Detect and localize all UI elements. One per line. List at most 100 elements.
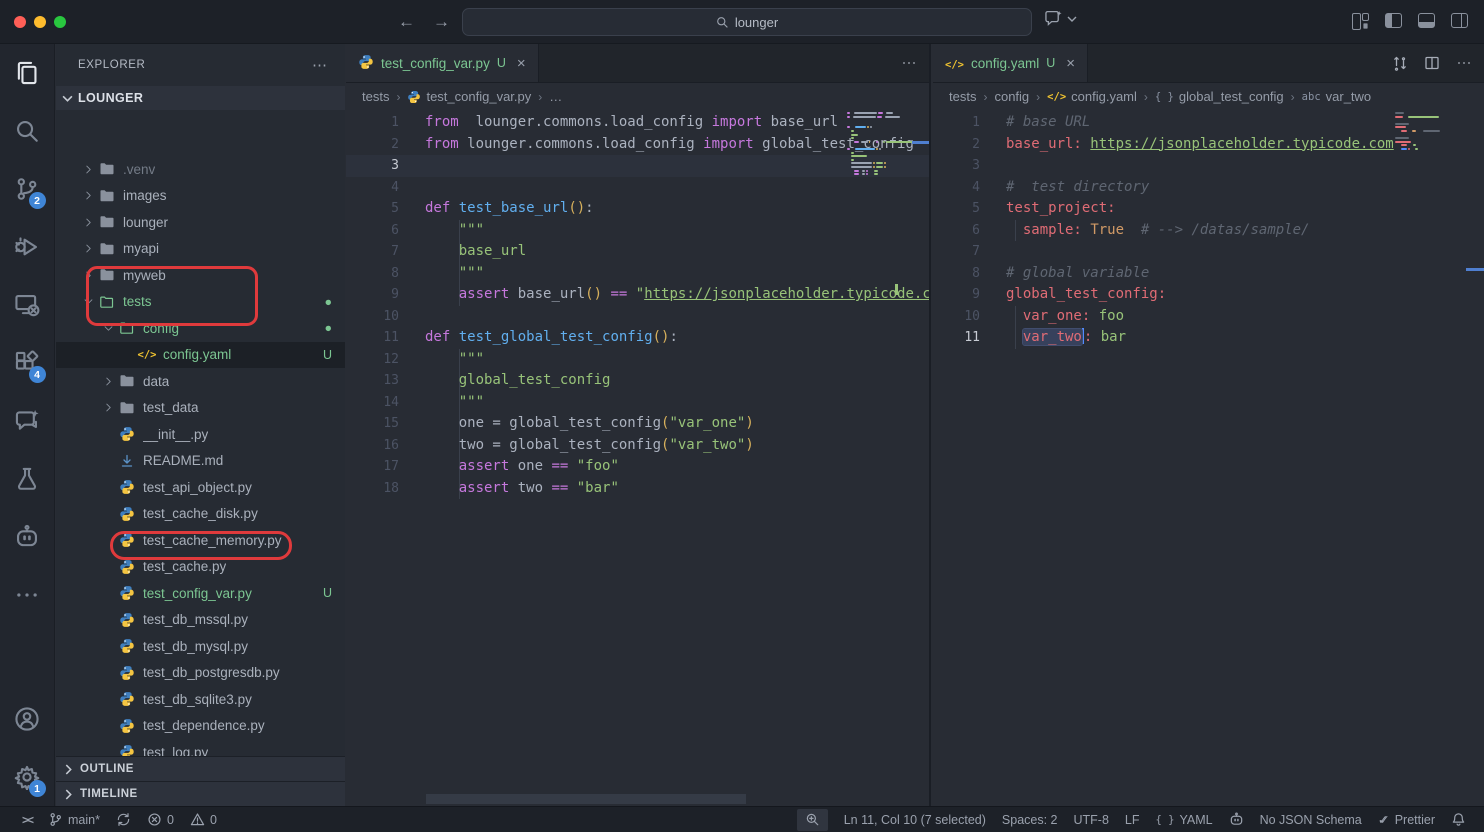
editor-action-compare-icon[interactable] [1392,55,1408,71]
horizontal-scrollbar[interactable] [426,794,746,804]
status-0[interactable]: 0 [139,807,182,832]
tree-item-__init__.py[interactable]: __init__.py [56,421,345,448]
status-ln-11-col-10-7-selected[interactable]: Ln 11, Col 10 (7 selected) [836,807,994,832]
code-line[interactable]: 6 sample: True # --> /datas/sample/ [933,220,1484,242]
close-window-button[interactable] [14,16,26,28]
tree-item-test_db_mysql.py[interactable]: test_db_mysql.py [56,633,345,660]
activity-settings-gear-button[interactable]: 1 [0,748,55,806]
tree-item-data[interactable]: data [56,368,345,395]
tree-item-images[interactable]: images [56,183,345,210]
nav-back-icon[interactable]: ← [398,12,415,32]
status-prettier[interactable]: ✓✓Prettier [1370,807,1443,832]
code-line[interactable]: 14 """ [346,392,929,414]
toggle-primary-sidebar-icon[interactable] [1385,13,1402,28]
code-line[interactable]: 8# global variable [933,263,1484,285]
status-zoom-magnifier[interactable] [797,809,828,831]
status-utf-8[interactable]: UTF-8 [1066,807,1117,832]
minimap[interactable] [847,112,917,175]
code-line[interactable]: 18 assert two == "bar" [346,478,929,500]
breadcrumb-item[interactable]: test_config_var.py [407,89,531,104]
tree-item-test_data[interactable]: test_data [56,395,345,422]
code-line[interactable]: 16 two = global_test_config("var_two") [346,435,929,457]
breadcrumb-item[interactable]: config [994,89,1029,104]
minimize-window-button[interactable] [34,16,46,28]
code-line[interactable]: 8 """ [346,263,929,285]
tree-item-test_cache.py[interactable]: test_cache.py [56,554,345,581]
activity-remote-explorer-button[interactable] [0,276,55,334]
explorer-more-icon[interactable]: ⋯ [312,56,329,74]
activity-ellipsis-button[interactable] [0,566,55,624]
activity-extensions-button[interactable]: 4 [0,334,55,392]
code-line[interactable]: 9global_test_config: [933,284,1484,306]
status-no-json-schema[interactable]: No JSON Schema [1252,807,1370,832]
status-sync[interactable] [108,807,139,832]
code-line[interactable]: 10 [346,306,929,328]
code-line[interactable]: 6 """ [346,220,929,242]
activity-run-debug-button[interactable] [0,218,55,276]
activity-robot-button[interactable] [0,508,55,566]
tree-item-config.yaml[interactable]: </>config.yamlU [56,342,345,369]
code-line[interactable]: 10 var_one: foo [933,306,1484,328]
code-line[interactable]: 11 var_two: bar [933,327,1484,349]
tree-item-config[interactable]: config● [56,315,345,342]
code-line[interactable]: 13 global_test_config [346,370,929,392]
status-0[interactable]: 0 [182,807,225,832]
breadcrumb-item[interactable]: abcvar_two [1302,89,1372,104]
status-main[interactable]: main* [40,807,108,832]
status-lf[interactable]: LF [1117,807,1148,832]
tree-item-.venv[interactable]: .venv [56,156,345,183]
tree-item-test_dependence.py[interactable]: test_dependence.py [56,713,345,740]
tree-item-test_db_mssql.py[interactable]: test_db_mssql.py [56,607,345,634]
activity-source-control-button[interactable]: 2 [0,160,55,218]
outline-section-header[interactable]: OUTLINE [56,756,345,781]
tree-item-test_api_object.py[interactable]: test_api_object.py [56,474,345,501]
code-line[interactable]: 2from lounger.commons.load_config import… [346,134,929,156]
copilot-menu[interactable] [1044,10,1077,27]
activity-files-button[interactable] [0,44,55,102]
tree-item-test_cache_disk.py[interactable]: test_cache_disk.py [56,501,345,528]
code-line[interactable]: 4# test directory [933,177,1484,199]
code-line[interactable]: 3 [933,155,1484,177]
maximize-window-button[interactable] [54,16,66,28]
tree-item-myweb[interactable]: myweb [56,262,345,289]
code-editor[interactable]: 1from lounger.commons.load_config import… [346,110,929,806]
tree-item-test_cache_memory.py[interactable]: test_cache_memory.py [56,527,345,554]
customize-layout-icon[interactable] [1352,13,1369,28]
minimap[interactable] [1395,112,1465,150]
tree-item-test_db_postgresdb.py[interactable]: test_db_postgresdb.py [56,660,345,687]
tree-item-tests[interactable]: tests● [56,289,345,316]
toggle-panel-icon[interactable] [1418,13,1435,28]
status-bell[interactable] [1443,807,1474,832]
code-line[interactable]: 9 assert base_url() == "https://jsonplac… [346,284,929,306]
code-line[interactable]: 1from lounger.commons.load_config import… [346,112,929,134]
editor-action-more-icon[interactable] [901,55,917,71]
breadcrumb-item[interactable]: tests [362,89,389,104]
editor-tab-test_config_var.py[interactable]: test_config_var.py U × [346,44,539,82]
code-line[interactable]: 7 [933,241,1484,263]
window-controls[interactable] [14,16,66,28]
code-editor[interactable]: 1# base URL2base_url: https://jsonplaceh… [933,110,1484,806]
activity-test-beaker-button[interactable] [0,450,55,508]
tree-item-test_db_sqlite3.py[interactable]: test_db_sqlite3.py [56,686,345,713]
editor-tab-config.yaml[interactable]: </> config.yaml U × [933,44,1088,82]
timeline-section-header[interactable]: TIMELINE [56,781,345,806]
tree-item-myapi[interactable]: myapi [56,236,345,263]
tab-close-icon[interactable]: × [1066,55,1075,72]
editor-action-split-icon[interactable] [1424,55,1440,71]
command-center-search[interactable]: lounger [462,8,1032,36]
status-yaml[interactable]: { }YAML [1148,807,1221,832]
breadcrumb-item[interactable]: … [549,89,562,104]
tree-item-lounger[interactable]: lounger [56,209,345,236]
breadcrumb-item[interactable]: tests [949,89,976,104]
code-line[interactable]: 7 base_url [346,241,929,263]
breadcrumb-item[interactable]: </>config.yaml [1047,89,1137,104]
code-line[interactable]: 15 one = global_test_config("var_one") [346,413,929,435]
breadcrumb-item[interactable]: { }global_test_config [1155,89,1284,104]
code-line[interactable]: 17 assert one == "foo" [346,456,929,478]
editor-action-more-icon[interactable] [1456,55,1472,71]
code-line[interactable]: 5test_project: [933,198,1484,220]
code-line[interactable]: 4 [346,177,929,199]
breadcrumb[interactable]: tests›test_config_var.py›… [346,83,929,110]
status-spaces-2[interactable]: Spaces: 2 [994,807,1066,832]
code-line[interactable]: 3 [346,155,929,177]
